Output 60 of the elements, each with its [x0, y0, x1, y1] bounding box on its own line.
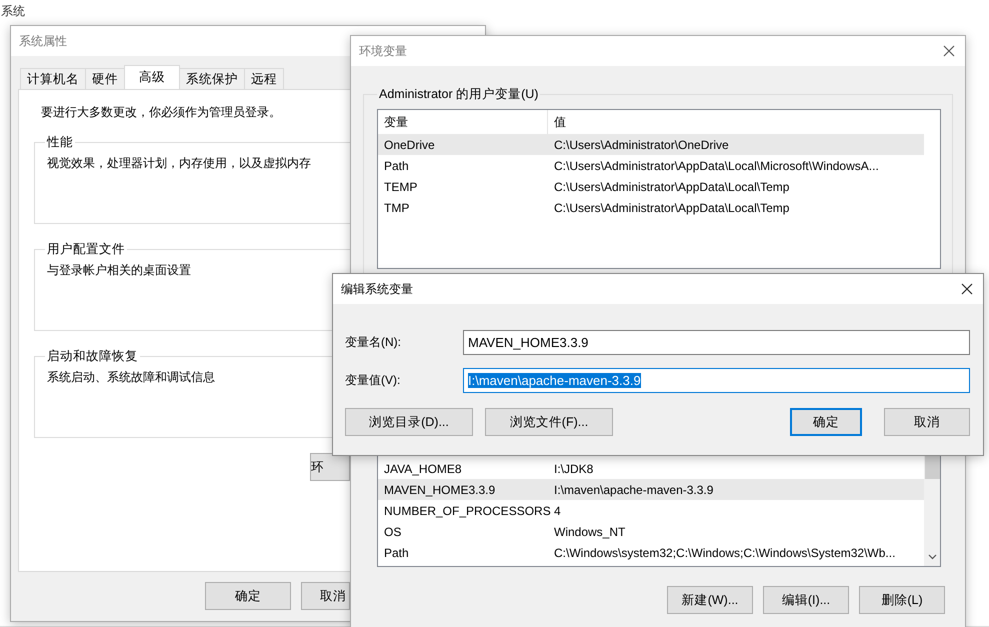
group-title: 性能 — [46, 134, 74, 151]
variable-value: I:\JDK8 — [553, 462, 594, 476]
list-row[interactable]: Path C:\Windows\system32;C:\Windows;C:\Windows\System32\Wb... — [378, 542, 924, 563]
group-description: 视觉效果，处理器计划，内存使用，以及虚拟内存 — [47, 155, 311, 172]
variable-value: C:\Users\Administrator\OneDrive — [553, 138, 729, 152]
dialog-button[interactable]: 确定 — [790, 408, 862, 436]
variable-value: C:\Users\Administrator\AppData\Local\Temp — [553, 200, 790, 214]
group-title: Administrator 的用户变量(U) — [378, 86, 540, 103]
browse-button[interactable]: 浏览目录(D)... — [345, 408, 473, 436]
browse-button[interactable]: 浏览文件(F)... — [485, 408, 613, 436]
variable-value: Windows_NT — [553, 524, 626, 538]
variable-name: JAVA_HOME8 — [383, 462, 463, 476]
variable-name: Path — [383, 158, 410, 172]
dialog-title: 编辑系统变量 — [341, 280, 413, 298]
list-row[interactable]: NUMBER_OF_PROCESSORS 4 — [378, 500, 924, 521]
group-title: 用户配置文件 — [46, 241, 126, 258]
close-icon[interactable] — [961, 283, 973, 295]
tab[interactable]: 高级 — [124, 65, 180, 89]
list-row[interactable]: MAVEN_HOME3.3.9 I:\maven\apache-maven-3.3.9 — [378, 479, 924, 500]
tab[interactable]: 远程 — [244, 68, 284, 89]
variable-value: C:\Windows\system32;C:\Windows;C:\Windows\System32\Wb... — [553, 546, 896, 560]
variable-name: NUMBER_OF_PROCESSORS — [383, 504, 548, 518]
variable-name: OneDrive — [383, 138, 436, 152]
list-row[interactable]: OS Windows_NT — [378, 521, 924, 542]
group-title: 启动和故障恢复 — [46, 348, 139, 365]
window-title: 系统属性 — [19, 32, 67, 50]
dialog-button[interactable]: 取消 — [884, 408, 970, 436]
window-title: 系统 — [1, 3, 25, 20]
notice-text: 要进行大多数更改，你必须作为管理员登录。 — [41, 104, 281, 121]
field-label: 变量值(V): — [345, 372, 402, 389]
variable-name: OS — [383, 524, 402, 538]
variable-name: TEMP — [383, 180, 418, 194]
variable-name: TMP — [383, 200, 410, 214]
group-description: 系统启动、系统故障和调试信息 — [47, 369, 215, 386]
dialog-button[interactable]: 确定 — [205, 582, 291, 610]
variable-value: C:\Users\Administrator\AppData\Local\Temp — [553, 180, 790, 194]
variable-name: MAVEN_HOME3.3.9 — [383, 482, 496, 496]
close-icon[interactable] — [943, 45, 955, 57]
window-title: 环境变量 — [359, 42, 407, 60]
scroll-down-icon[interactable] — [928, 554, 936, 560]
variable-name: Path — [383, 546, 410, 560]
input-field[interactable]: I:\maven\apache-maven-3.3.9 — [463, 368, 970, 393]
dialog-button[interactable]: 删除(L) — [859, 586, 945, 614]
variable-value: C:\Users\Administrator\AppData\Local\Microsoft\WindowsA... — [553, 158, 879, 172]
field-label: 变量名(N): — [345, 334, 402, 351]
group-description: 与登录帐户相关的桌面设置 — [47, 262, 191, 279]
tab[interactable]: 计算机名 — [20, 68, 86, 89]
list-row[interactable]: OneDrive C:\Users\Administrator\OneDrive — [378, 134, 924, 155]
column-header[interactable]: 值 — [548, 110, 566, 134]
list-row[interactable]: TMP C:\Users\Administrator\AppData\Local\Temp — [378, 197, 924, 218]
list-row[interactable]: TEMP C:\Users\Administrator\AppData\Local\Temp — [378, 176, 924, 197]
variable-value: I:\maven\apache-maven-3.3.9 — [553, 482, 714, 496]
input-field[interactable]: MAVEN_HOME3.3.9 — [463, 330, 970, 355]
dialog-button[interactable]: 新建(W)... — [667, 586, 753, 614]
dialog-button[interactable]: 取消 — [301, 582, 350, 610]
environment-variables-button[interactable]: 环 — [310, 453, 350, 481]
variable-value: 4 — [553, 504, 561, 518]
list-row[interactable]: JAVA_HOME8 I:\JDK8 — [378, 458, 924, 479]
list-row[interactable]: Path C:\Users\Administrator\AppData\Local\Microsoft\WindowsA... — [378, 155, 924, 176]
dialog-button[interactable]: 编辑(I)... — [763, 586, 849, 614]
